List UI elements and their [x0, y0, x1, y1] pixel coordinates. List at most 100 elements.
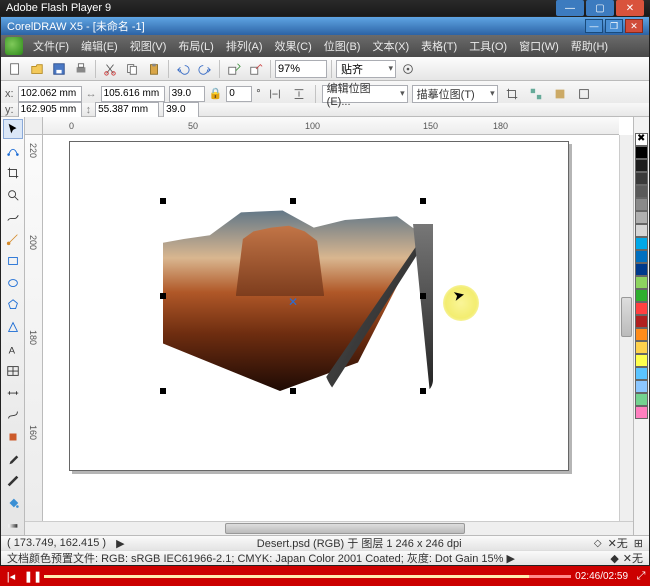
eyedropper-tool-icon[interactable]: [3, 449, 23, 469]
lock-icon[interactable]: 🔒: [209, 87, 223, 100]
menu-tools[interactable]: 工具(O): [463, 35, 513, 57]
import-icon[interactable]: [224, 59, 244, 79]
color-swatch[interactable]: [635, 276, 648, 289]
color-swatch[interactable]: [635, 159, 648, 172]
horizontal-ruler[interactable]: 050100150180: [43, 117, 619, 135]
progress-bar[interactable]: [44, 566, 571, 586]
color-swatch[interactable]: [635, 224, 648, 237]
color-swatch[interactable]: [635, 289, 648, 302]
undo-icon[interactable]: [173, 59, 193, 79]
mirror-h-icon[interactable]: [265, 84, 285, 104]
color-swatch[interactable]: [635, 146, 648, 159]
crop-icon[interactable]: [502, 84, 522, 104]
scale-x-field[interactable]: [169, 86, 205, 102]
mirror-v-icon[interactable]: [289, 84, 309, 104]
fill-indicator-icon[interactable]: ◇: [594, 538, 602, 549]
y-position-field[interactable]: [18, 102, 82, 118]
edit-bitmap-button[interactable]: 编辑位图(E)...: [322, 85, 408, 103]
outer-minimize-button[interactable]: —: [556, 0, 584, 16]
ellipse-tool-icon[interactable]: [3, 273, 23, 293]
cut-icon[interactable]: [100, 59, 120, 79]
menu-view[interactable]: 视图(V): [124, 35, 173, 57]
color-swatch[interactable]: [635, 393, 648, 406]
scrollbar-thumb[interactable]: [225, 523, 465, 534]
polygon-tool-icon[interactable]: [3, 295, 23, 315]
menu-edit[interactable]: 编辑(E): [75, 35, 124, 57]
color-swatch[interactable]: [635, 367, 648, 380]
snap-dropdown[interactable]: 贴齐: [336, 60, 396, 78]
interactive-tool-icon[interactable]: [3, 427, 23, 447]
menu-help[interactable]: 帮助(H): [565, 35, 614, 57]
connector-tool-icon[interactable]: [3, 405, 23, 425]
ruler-origin[interactable]: [25, 117, 43, 135]
new-icon[interactable]: [5, 59, 25, 79]
resample-icon[interactable]: [526, 84, 546, 104]
fullscreen-button[interactable]: ⤢: [632, 570, 650, 583]
dimension-tool-icon[interactable]: [3, 383, 23, 403]
previous-button[interactable]: |◂: [0, 566, 22, 586]
canvas-area[interactable]: 050100150180 220200180160: [25, 117, 633, 535]
color-swatch[interactable]: [635, 315, 648, 328]
inner-close-button[interactable]: ✕: [625, 19, 643, 33]
scale-y-field[interactable]: [163, 102, 199, 118]
fill-tool-icon[interactable]: [3, 493, 23, 513]
color-swatch[interactable]: [635, 263, 648, 276]
menu-table[interactable]: 表格(T): [415, 35, 463, 57]
zoom-tool-icon[interactable]: [3, 185, 23, 205]
table-tool-icon[interactable]: [3, 361, 23, 381]
color-swatch[interactable]: [635, 133, 648, 146]
pause-button[interactable]: ❚❚: [22, 566, 44, 586]
color-swatch[interactable]: [635, 211, 648, 224]
zoom-input[interactable]: [275, 60, 327, 78]
x-position-field[interactable]: [18, 86, 82, 102]
selection-handle[interactable]: [420, 388, 426, 394]
horizontal-scrollbar[interactable]: [25, 521, 633, 535]
color-swatch[interactable]: [635, 380, 648, 393]
smart-fill-icon[interactable]: [3, 229, 23, 249]
print-icon[interactable]: [71, 59, 91, 79]
menu-layout[interactable]: 布局(L): [172, 35, 219, 57]
wrap-text-icon[interactable]: [574, 84, 594, 104]
width-field[interactable]: [101, 86, 165, 102]
trace-bitmap-button[interactable]: 描摹位图(T): [412, 85, 498, 103]
selection-handle[interactable]: [290, 388, 296, 394]
selection-handle[interactable]: [160, 388, 166, 394]
copy-icon[interactable]: [122, 59, 142, 79]
outer-maximize-button[interactable]: ▢: [586, 0, 614, 16]
color-swatch[interactable]: [635, 328, 648, 341]
color-swatch[interactable]: [635, 250, 648, 263]
text-tool-icon[interactable]: A: [3, 339, 23, 359]
menu-text[interactable]: 文本(X): [366, 35, 415, 57]
menu-bitmap[interactable]: 位图(B): [318, 35, 367, 57]
bitmap-mode-icon[interactable]: [550, 84, 570, 104]
rectangle-tool-icon[interactable]: [3, 251, 23, 271]
color-swatch[interactable]: [635, 341, 648, 354]
color-swatch[interactable]: [635, 237, 648, 250]
open-icon[interactable]: [27, 59, 47, 79]
navigator-icon[interactable]: ⊞: [634, 537, 643, 550]
outer-close-button[interactable]: ✕: [616, 0, 644, 16]
selection-handle[interactable]: [160, 293, 166, 299]
selected-bitmap[interactable]: ✕: [163, 201, 423, 391]
color-swatch[interactable]: [635, 172, 648, 185]
outline-tool-icon[interactable]: [3, 471, 23, 491]
menu-file[interactable]: 文件(F): [27, 35, 75, 57]
menu-arrange[interactable]: 排列(A): [220, 35, 269, 57]
inner-minimize-button[interactable]: —: [585, 19, 603, 33]
pick-tool-icon[interactable]: [3, 119, 23, 139]
paste-icon[interactable]: [144, 59, 164, 79]
interactive-fill-icon[interactable]: [3, 515, 23, 535]
scrollbar-thumb[interactable]: [621, 297, 632, 337]
vertical-scrollbar[interactable]: [619, 135, 633, 521]
height-field[interactable]: [95, 102, 159, 118]
shape-tool-icon[interactable]: [3, 141, 23, 161]
selection-handle[interactable]: [420, 198, 426, 204]
menu-effects[interactable]: 效果(C): [269, 35, 318, 57]
freehand-tool-icon[interactable]: [3, 207, 23, 227]
color-swatch[interactable]: [635, 406, 648, 419]
save-icon[interactable]: [49, 59, 69, 79]
export-icon[interactable]: [246, 59, 266, 79]
selection-handle[interactable]: [420, 293, 426, 299]
color-swatch[interactable]: [635, 198, 648, 211]
basic-shapes-icon[interactable]: [3, 317, 23, 337]
